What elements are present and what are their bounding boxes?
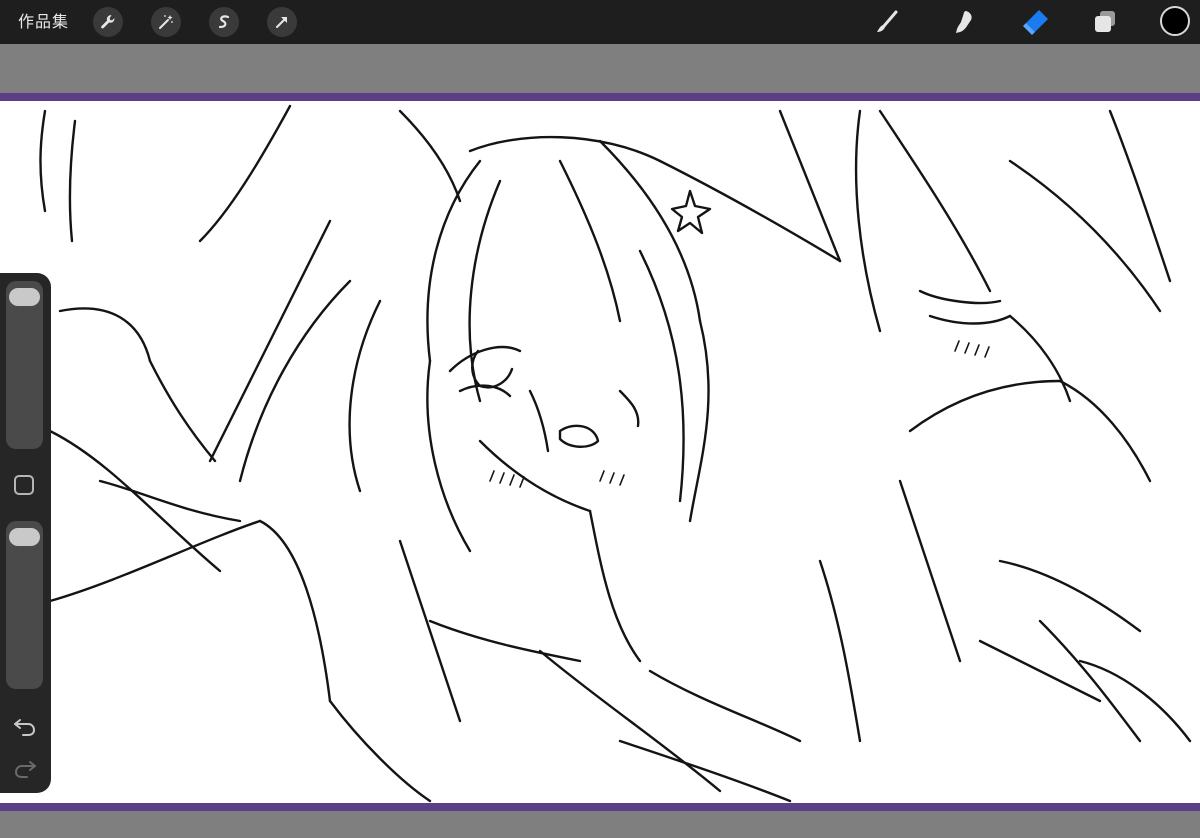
- top-toolbar: 作品集: [0, 0, 1200, 44]
- brush-size-thumb[interactable]: [9, 288, 40, 307]
- wrench-icon[interactable]: [93, 7, 123, 37]
- modify-button[interactable]: [14, 475, 34, 495]
- sketch-artwork: [39, 104, 1192, 803]
- opacity-thumb[interactable]: [9, 528, 40, 547]
- undo-icon[interactable]: [12, 713, 38, 739]
- redo-icon[interactable]: [12, 755, 38, 781]
- transform-arrow-icon[interactable]: [267, 7, 297, 37]
- drawing-canvas[interactable]: [0, 93, 1200, 811]
- selection-icon[interactable]: [209, 7, 239, 37]
- layers-icon[interactable]: [1089, 6, 1121, 38]
- gallery-button[interactable]: 作品集: [18, 11, 69, 33]
- eraser-icon[interactable]: [1020, 6, 1052, 38]
- color-picker-button[interactable]: [1160, 6, 1190, 36]
- magic-wand-icon[interactable]: [151, 7, 181, 37]
- brush-size-slider[interactable]: [6, 281, 43, 449]
- opacity-slider[interactable]: [6, 521, 43, 689]
- sidebar: [0, 273, 51, 793]
- smudge-icon[interactable]: [948, 6, 980, 38]
- brush-icon[interactable]: [871, 6, 903, 38]
